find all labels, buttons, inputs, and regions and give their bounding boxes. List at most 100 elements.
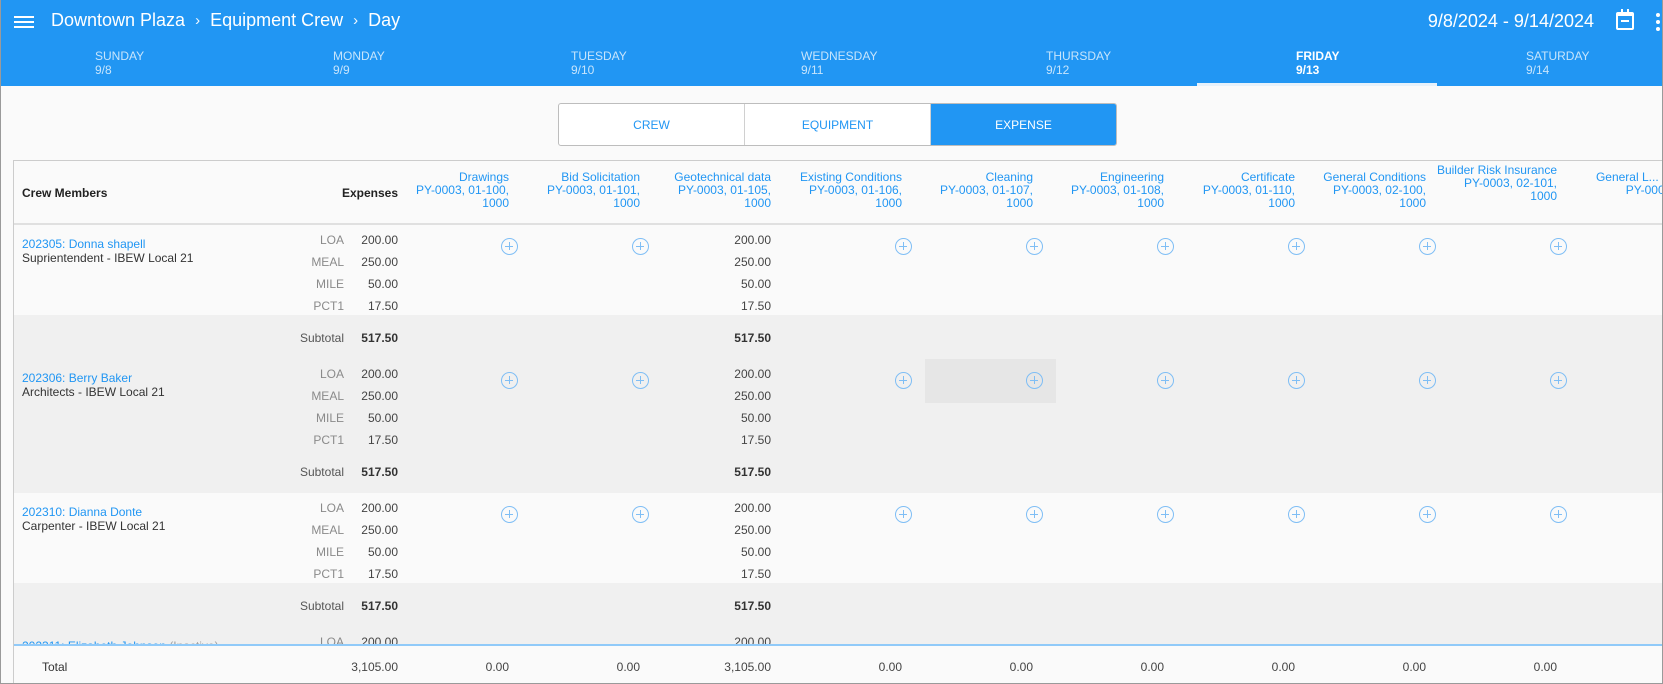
add-expense-icon[interactable] bbox=[1550, 506, 1567, 523]
column-header-sub: 1000 bbox=[1137, 196, 1164, 210]
add-expense-icon[interactable] bbox=[1550, 238, 1567, 255]
tab-sunday[interactable]: SUNDAY 9/8 bbox=[95, 44, 335, 86]
column-header[interactable]: Drawings PY-0003, 01-100, 1000 bbox=[378, 171, 509, 210]
crew-member-row: 202306: Berry Baker Architects - IBEW Lo… bbox=[14, 359, 1662, 493]
geotechnical-cell-value[interactable]: 17.50 bbox=[691, 299, 771, 313]
column-header[interactable]: Engineering PY-0003, 01-108, 1000 bbox=[1033, 171, 1164, 210]
add-expense-icon[interactable] bbox=[1419, 238, 1436, 255]
tab-friday[interactable]: FRIDAY 9/13 bbox=[1296, 44, 1536, 86]
geotechnical-subtotal: 517.50 bbox=[734, 331, 771, 345]
member-name-link[interactable]: 202306: Berry Baker bbox=[22, 371, 132, 385]
expense-value: 17.50 bbox=[367, 567, 398, 581]
add-expense-icon[interactable] bbox=[1550, 372, 1567, 389]
tab-saturday[interactable]: SATURDAY 9/14 bbox=[1526, 44, 1662, 86]
more-vertical-icon[interactable] bbox=[1656, 13, 1660, 31]
breadcrumb-crew[interactable]: Equipment Crew bbox=[210, 10, 343, 31]
expense-value: 200.00 bbox=[361, 367, 398, 381]
add-expense-icon[interactable] bbox=[632, 506, 649, 523]
subtotal-band bbox=[14, 449, 1662, 493]
add-expense-icon[interactable] bbox=[632, 372, 649, 389]
add-expense-icon[interactable] bbox=[895, 372, 912, 389]
column-header[interactable]: Certificate PY-0003, 01-110, 1000 bbox=[1164, 171, 1295, 210]
calendar-icon[interactable] bbox=[1616, 9, 1634, 30]
add-expense-icon[interactable] bbox=[1288, 506, 1305, 523]
breadcrumb-project[interactable]: Downtown Plaza bbox=[51, 10, 185, 31]
expense-value: 250.00 bbox=[361, 523, 398, 537]
day-date: 9/9 bbox=[333, 63, 350, 77]
column-header-code: PY-0003, ... bbox=[1625, 183, 1662, 197]
add-expense-icon[interactable] bbox=[1419, 372, 1436, 389]
chevron-right-icon: › bbox=[195, 12, 201, 29]
geotechnical-cell-value[interactable]: 50.00 bbox=[691, 277, 771, 291]
add-expense-icon[interactable] bbox=[895, 238, 912, 255]
add-expense-icon[interactable] bbox=[632, 238, 649, 255]
member-name-link[interactable]: 202310: Dianna Donte bbox=[22, 505, 142, 519]
add-expense-icon[interactable] bbox=[1288, 238, 1305, 255]
table-header: Crew Members Expenses Drawings PY-0003, 0… bbox=[14, 161, 1662, 225]
day-date: 9/14 bbox=[1526, 63, 1550, 77]
expense-value: 250.00 bbox=[361, 255, 398, 269]
member-role: Suprientendent - IBEW Local 21 bbox=[22, 251, 194, 265]
column-header-sub: 1000 bbox=[1268, 196, 1295, 210]
date-range[interactable]: 9/8/2024 - 9/14/2024 bbox=[1428, 11, 1594, 32]
day-date: 9/11 bbox=[801, 63, 824, 77]
member-role: Architects - IBEW Local 21 bbox=[22, 385, 165, 399]
add-expense-icon[interactable] bbox=[501, 238, 518, 255]
column-header[interactable]: Geotechnical data PY-0003, 01-105, 1000 bbox=[640, 171, 771, 210]
view-toggle: CREW EQUIPMENT EXPENSE bbox=[558, 103, 1117, 146]
breadcrumb-view[interactable]: Day bbox=[368, 10, 400, 31]
add-expense-icon[interactable] bbox=[1026, 372, 1043, 389]
add-expense-icon[interactable] bbox=[1157, 506, 1174, 523]
totals-expenses: 3,105.00 bbox=[351, 660, 398, 674]
tab-equipment[interactable]: EQUIPMENT bbox=[745, 104, 931, 145]
column-header-sub: 1000 bbox=[1530, 189, 1557, 203]
column-total: 0.00 bbox=[878, 660, 902, 674]
header-crew-members: Crew Members bbox=[22, 186, 108, 200]
add-expense-icon[interactable] bbox=[895, 506, 912, 523]
tab-monday[interactable]: MONDAY 9/9 bbox=[333, 44, 573, 86]
column-total: 0.00 bbox=[616, 660, 640, 674]
add-expense-icon[interactable] bbox=[1157, 238, 1174, 255]
day-date: 9/10 bbox=[571, 63, 595, 77]
add-expense-icon[interactable] bbox=[1157, 372, 1174, 389]
column-header[interactable]: Existing Conditions PY-0003, 01-106, 1000 bbox=[771, 171, 902, 210]
geotechnical-cell-value[interactable]: 250.00 bbox=[691, 523, 771, 537]
add-expense-icon[interactable] bbox=[1419, 506, 1436, 523]
expense-value: 50.00 bbox=[367, 545, 398, 559]
add-expense-icon[interactable] bbox=[501, 506, 518, 523]
add-expense-icon[interactable] bbox=[1288, 372, 1305, 389]
geotechnical-cell-value[interactable]: 50.00 bbox=[691, 411, 771, 425]
geotechnical-cell-value[interactable]: 50.00 bbox=[691, 545, 771, 559]
expense-value: 50.00 bbox=[367, 411, 398, 425]
expense-value: 200.00 bbox=[361, 233, 398, 247]
tab-expense[interactable]: EXPENSE bbox=[931, 104, 1116, 145]
geotechnical-cell-value[interactable]: 200.00 bbox=[691, 367, 771, 381]
column-header-sub: 1000 bbox=[613, 196, 640, 210]
geotechnical-cell-value[interactable]: 17.50 bbox=[691, 567, 771, 581]
geotechnical-cell-value[interactable]: 250.00 bbox=[691, 389, 771, 403]
tab-thursday[interactable]: THURSDAY 9/12 bbox=[1046, 44, 1286, 86]
crew-member-row: 202305: Donna shapell Suprientendent - I… bbox=[14, 225, 1662, 359]
crew-member-row: 202310: Dianna Donte Carpenter - IBEW Lo… bbox=[14, 493, 1662, 627]
tab-crew[interactable]: CREW bbox=[559, 104, 745, 145]
geotechnical-cell-value[interactable]: 200.00 bbox=[691, 233, 771, 247]
totals-row: Total 3,105.00 0.00 0.00 3,105.00 0.00 0.00 0… bbox=[14, 644, 1662, 683]
column-total: 0.00 bbox=[1271, 660, 1295, 674]
tab-wednesday[interactable]: WEDNESDAY 9/11 bbox=[801, 44, 1041, 86]
tab-tuesday[interactable]: TUESDAY 9/10 bbox=[571, 44, 811, 86]
geotechnical-cell-value[interactable]: 250.00 bbox=[691, 255, 771, 269]
column-header[interactable]: Builder Risk Insurance PY-0003, 02-101, 10… bbox=[1426, 164, 1557, 203]
member-name-link[interactable]: 202305: Donna shapell bbox=[22, 237, 145, 251]
column-header[interactable]: General L... Ins...PY-0003, ... bbox=[1557, 171, 1662, 197]
column-header[interactable]: Cleaning PY-0003, 01-107, 1000 bbox=[902, 171, 1033, 210]
geotechnical-subtotal: 517.50 bbox=[734, 465, 771, 479]
column-header[interactable]: Bid Solicitation PY-0003, 01-101, 1000 bbox=[509, 171, 640, 210]
geotechnical-cell-value[interactable]: 200.00 bbox=[691, 501, 771, 515]
day-date: 9/12 bbox=[1046, 63, 1070, 77]
add-expense-icon[interactable] bbox=[501, 372, 518, 389]
hamburger-menu-icon[interactable] bbox=[13, 11, 35, 33]
geotechnical-cell-value[interactable]: 17.50 bbox=[691, 433, 771, 447]
add-expense-icon[interactable] bbox=[1026, 506, 1043, 523]
column-header[interactable]: General Conditions PY-0003, 02-100, 1000 bbox=[1295, 171, 1426, 210]
add-expense-icon[interactable] bbox=[1026, 238, 1043, 255]
